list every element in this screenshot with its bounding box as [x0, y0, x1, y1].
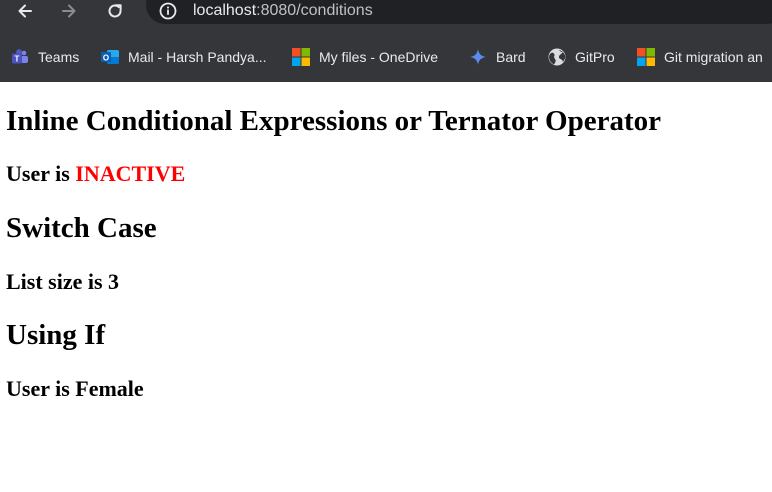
svg-text:T: T: [15, 55, 20, 64]
microsoft-icon: [636, 47, 656, 67]
user-status-prefix: User is: [6, 161, 76, 186]
reload-icon: [108, 4, 122, 18]
arrow-right-icon: [62, 4, 76, 18]
reload-button[interactable]: [101, 0, 129, 22]
arrow-left-icon: [18, 4, 32, 18]
list-size-line: List size is 3: [6, 269, 120, 294]
teams-icon: T: [10, 47, 30, 67]
bookmark-git-migration[interactable]: Git migration an: [636, 46, 763, 68]
bookmark-label: Git migration an: [664, 49, 763, 65]
bookmark-label: My files - OneDrive: [319, 49, 439, 65]
bookmark-label: Mail - Harsh Pandya...: [128, 49, 267, 65]
bookmark-label: Teams: [38, 49, 80, 65]
url-path: :8080/conditions: [256, 2, 373, 19]
heading-using-if: Using If: [6, 319, 106, 351]
svg-text:O: O: [103, 53, 109, 62]
globe-icon: [547, 47, 567, 67]
bookmark-onedrive[interactable]: My files - OneDrive: [291, 46, 438, 68]
bookmark-teams[interactable]: T Teams: [10, 46, 79, 68]
forward-button[interactable]: [55, 0, 83, 22]
bookmark-label: Bard: [496, 49, 526, 65]
heading-switch-case: Switch Case: [6, 212, 157, 244]
browser-toolbar: localhost:8080/conditions: [0, 0, 772, 36]
gender-line: User is Female: [6, 376, 144, 401]
bookmarks-bar: T Teams O Mail - Harsh Pandya... My file…: [0, 36, 772, 82]
user-status-value: INACTIVE: [75, 161, 186, 186]
outlook-icon: O: [100, 47, 120, 67]
bookmark-bard[interactable]: Bard: [468, 46, 526, 68]
url-host: localhost: [193, 2, 257, 19]
bookmark-gitpro[interactable]: GitPro: [547, 46, 615, 68]
user-status-line: User is INACTIVE: [6, 161, 185, 187]
bard-sparkle-icon: [468, 47, 488, 67]
back-button[interactable]: [11, 0, 39, 22]
microsoft-icon: [291, 47, 311, 67]
bookmark-label: GitPro: [575, 49, 615, 65]
address-url[interactable]: localhost:8080/conditions: [193, 1, 373, 21]
site-info-icon[interactable]: [159, 2, 177, 20]
bookmark-mail[interactable]: O Mail - Harsh Pandya...: [100, 46, 267, 68]
heading-ternary: Inline Conditional Expressions or Ternat…: [6, 105, 662, 137]
